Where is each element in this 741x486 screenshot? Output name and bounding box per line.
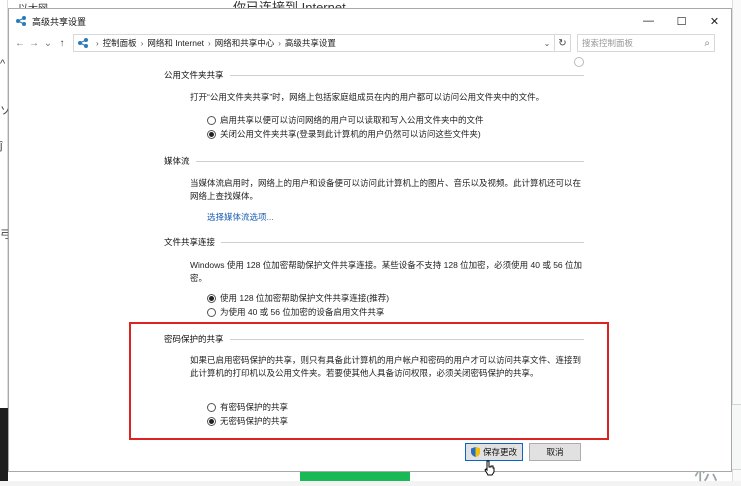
advanced-sharing-window: 高级共享设置 — ☐ ✕ ← → ⌄ ↑ › 控制面板 › 网络和 Intern… [8, 8, 732, 472]
search-input[interactable]: 搜索控制面板 ⌕ [577, 34, 715, 52]
chevron-right-icon: › [140, 38, 144, 48]
option-label: 为使用 40 或 56 位加密的设备启用文件共享 [220, 307, 385, 317]
search-icon: ⌕ [704, 37, 710, 49]
chevron-right-icon: › [278, 38, 281, 48]
divider [221, 241, 584, 243]
save-button-label: 保存更改 [482, 447, 517, 457]
settings-content: 公用文件夹共享 打开“公用文件夹共享”时，网络上包括家庭组成员在内的用户都可以访… [9, 53, 731, 471]
breadcrumb-network-internet[interactable]: 网络和 Internet [147, 37, 204, 49]
section-title: 媒体流 [164, 156, 190, 166]
background-dark-panel [0, 408, 8, 481]
chevron-right-icon: › [96, 38, 99, 48]
window-title: 高级共享设置 [32, 16, 87, 27]
network-icon [15, 15, 27, 27]
section-description: 当媒体流启用时，网络上的用户和设备便可以访问此计算机上的图片、音乐以及视频。此计… [190, 178, 582, 201]
section-title: 公用文件夹共享 [164, 70, 224, 80]
minimize-button[interactable]: — [632, 9, 665, 33]
background-glyph: ĵ [0, 140, 3, 152]
search-placeholder: 搜索控制面板 [582, 38, 634, 48]
refresh-button[interactable]: ↻ [555, 34, 571, 52]
media-streaming-options-link[interactable]: 选择媒体流选项... [207, 211, 274, 223]
section-description: 打开“公用文件夹共享”时，网络上包括家庭组成员在内的用户都可以访问公用文件夹中的… [190, 92, 545, 102]
background-green-bar [300, 471, 410, 481]
close-button[interactable]: ✕ [698, 9, 731, 33]
breadcrumb[interactable]: › 控制面板 › 网络和 Internet › 网络和共享中心 › 高级共享设置… [73, 34, 555, 52]
section-description: Windows 使用 128 位加密帮助保护文件共享连接。某些设备不支持 128… [190, 260, 583, 283]
breadcrumb-advanced-sharing[interactable]: 高级共享设置 [285, 37, 336, 49]
radio-button-selected[interactable] [207, 293, 216, 303]
public-folder-enable-option[interactable]: 启用共享以便可以访问网络的用户可以读取和写入公用文件夹中的文件 [207, 114, 484, 126]
radio-button-selected[interactable] [207, 129, 216, 139]
shield-icon [470, 447, 480, 457]
window-controls: — ☐ ✕ [632, 9, 731, 33]
chevron-right-icon: › [208, 38, 211, 48]
highlight-box [129, 322, 609, 440]
breadcrumb-network-sharing-center[interactable]: 网络和共享中心 [215, 37, 275, 49]
radio-button[interactable] [207, 307, 216, 317]
forward-button[interactable]: → [27, 38, 41, 49]
background-glyph: ^ [0, 58, 6, 70]
collapse-section-icon[interactable] [574, 57, 584, 67]
maximize-button[interactable]: ☐ [665, 9, 698, 33]
section-media-streaming: 媒体流 [164, 155, 584, 167]
encryption-128-option[interactable]: 使用 128 位加密帮助保护文件共享连接(推荐) [207, 292, 389, 304]
option-label: 使用 128 位加密帮助保护文件共享连接(推荐) [220, 293, 390, 303]
radio-button[interactable] [207, 115, 216, 125]
title-bar[interactable]: 高级共享设置 — ☐ ✕ [9, 9, 731, 33]
control-panel-icon [77, 37, 89, 49]
breadcrumb-control-panel[interactable]: 控制面板 [103, 37, 137, 49]
option-label: 关闭公用文件夹共享(登录到此计算机的用户仍然可以访问这些文件夹) [220, 129, 481, 139]
back-button[interactable]: ← [13, 38, 27, 49]
public-folder-disable-option[interactable]: 关闭公用文件夹共享(登录到此计算机的用户仍然可以访问这些文件夹) [207, 128, 481, 140]
up-button[interactable]: ↑ [55, 38, 69, 49]
encryption-40-56-option[interactable]: 为使用 40 或 56 位加密的设备启用文件共享 [207, 306, 384, 318]
chevron-down-icon[interactable]: ⌄ [540, 39, 554, 48]
divider [195, 160, 584, 162]
section-file-sharing-connections: 文件共享连接 [164, 236, 584, 248]
save-button[interactable]: 保存更改 [465, 443, 523, 461]
section-title: 文件共享连接 [164, 237, 216, 247]
hand-cursor-icon [484, 460, 495, 476]
recent-locations-dropdown[interactable]: ⌄ [41, 38, 55, 49]
address-bar: ← → ⌄ ↑ › 控制面板 › 网络和 Internet › 网络和共享中心 … [9, 33, 731, 53]
option-label: 启用共享以便可以访问网络的用户可以读取和写入公用文件夹中的文件 [220, 115, 484, 125]
section-public-folder: 公用文件夹共享 [164, 69, 584, 81]
divider [229, 74, 584, 76]
cancel-button[interactable]: 取消 [529, 443, 581, 461]
